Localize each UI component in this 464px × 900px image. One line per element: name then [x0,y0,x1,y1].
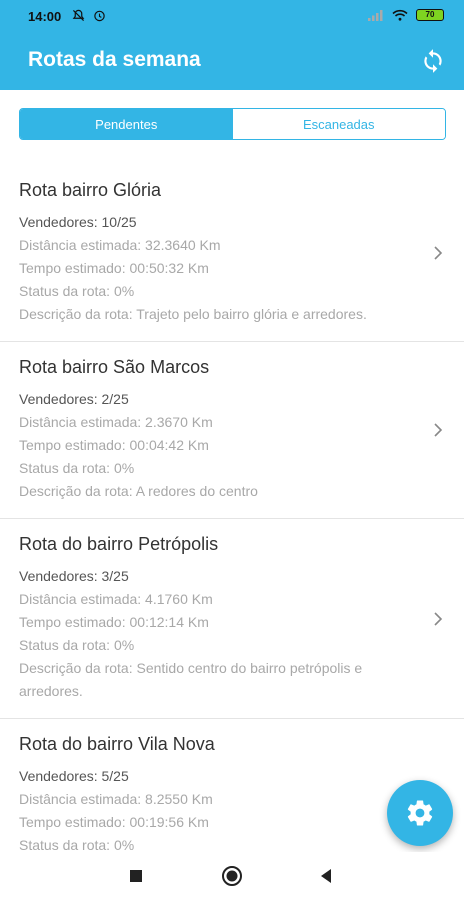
route-distancia: Distância estimada: 4.1760 Km [19,591,213,607]
route-status: Status da rota: 0% [19,460,135,476]
settings-fab[interactable] [387,780,453,846]
route-descricao: Descrição da rota: Trajeto pelo bairro g… [19,306,367,322]
route-name: Rota bairro Glória [19,180,162,200]
battery-icon: 70 [416,9,444,21]
route-name: Rota bairro São Marcos [19,357,210,377]
route-card[interactable]: Rota bairro Glória Vendedores: 10/25 Dis… [0,165,464,342]
chevron-right-icon [434,611,443,626]
route-status: Status da rota: 0% [19,283,135,299]
home-icon[interactable] [221,865,243,887]
back-icon[interactable] [318,867,334,885]
recents-icon[interactable] [128,868,144,884]
route-descricao: Descrição da rota: Sentido centro do bai… [19,660,363,699]
route-tempo: Tempo estimado: 00:19:56 Km [19,814,209,830]
route-descricao: Descrição da rota: A redores do centro [19,483,258,499]
status-time: 14:00 [28,9,62,24]
system-nav-bar [0,852,464,900]
route-vendedores: Vendedores: 2/25 [19,391,129,407]
route-name: Rota do bairro Vila Nova [19,734,215,754]
route-tempo: Tempo estimado: 00:12:14 Km [19,614,209,630]
route-vendedores: Vendedores: 3/25 [19,568,129,584]
route-distancia: Distância estimada: 32.3640 Km [19,237,221,253]
sync-icon[interactable] [420,48,446,74]
gear-icon [407,800,433,826]
route-status: Status da rota: 0% [19,637,135,653]
route-tempo: Tempo estimado: 00:04:42 Km [19,437,209,453]
app-bar: Rotas da semana [0,32,464,90]
route-status: Status da rota: 0% [19,837,135,852]
tab-escaneadas[interactable]: Escaneadas [232,109,445,139]
route-card[interactable]: Rota do bairro Petrópolis Vendedores: 3/… [0,519,464,719]
mute-icon [72,9,85,22]
signal-icon [368,10,383,21]
route-list: Rota bairro Glória Vendedores: 10/25 Dis… [0,165,464,852]
tab-pendentes[interactable]: Pendentes [20,109,233,139]
route-vendedores: Vendedores: 10/25 [19,214,137,230]
route-name: Rota do bairro Petrópolis [19,534,219,554]
route-card[interactable]: Rota bairro São Marcos Vendedores: 2/25 … [0,342,464,519]
route-tempo: Tempo estimado: 00:50:32 Km [19,260,209,276]
route-distancia: Distância estimada: 2.3670 Km [19,414,213,430]
route-vendedores: Vendedores: 5/25 [19,768,129,784]
status-bar: 14:00 70 [0,0,464,32]
route-filter-tabs: Pendentes Escaneadas [19,108,446,140]
page-title: Rotas da semana [28,48,201,71]
alarm-icon [94,10,105,22]
wifi-icon [392,9,408,21]
route-distancia: Distância estimada: 8.2550 Km [19,791,213,807]
chevron-right-icon [434,423,443,437]
chevron-right-icon [434,246,443,260]
